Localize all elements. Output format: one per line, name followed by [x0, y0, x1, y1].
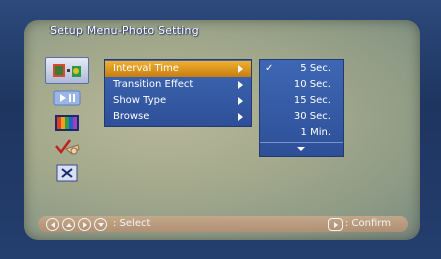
submenu-item-30-sec[interactable]: 30 Sec. [260, 109, 343, 125]
scroll-down-icon [297, 147, 305, 151]
sidebar-item-music[interactable] [51, 88, 83, 108]
sidebar-item-display[interactable] [51, 113, 83, 133]
submenu-item-label: 15 Sec. [293, 95, 331, 106]
photo-setting-icon [53, 63, 81, 77]
sidebar-item-tools[interactable] [51, 137, 83, 157]
photo-setting-menu: Interval Time Transition Effect Show Typ… [104, 59, 252, 127]
display-setting-icon [55, 115, 79, 131]
menu-item-interval-time[interactable]: Interval Time [105, 61, 251, 77]
sidebar-item-photo[interactable] [45, 57, 89, 84]
menu-item-transition-effect[interactable]: Transition Effect [105, 77, 251, 93]
interval-time-submenu: ✓ 5 Sec. 10 Sec. 15 Sec. 30 Sec. 1 Min. [259, 59, 344, 157]
submenu-item-label: 1 Min. [300, 127, 331, 138]
page-title: Setup Menu-Photo Setting [50, 24, 199, 37]
down-button-icon [94, 218, 107, 231]
submenu-item-15-sec[interactable]: 15 Sec. [260, 93, 343, 109]
check-tools-icon [55, 139, 80, 155]
play-button-icon [328, 218, 343, 231]
submenu-item-label: 10 Sec. [293, 79, 331, 90]
setup-screen: Setup Menu-Photo Setting Interval Time T… [24, 20, 420, 240]
arrow-right-icon [238, 97, 243, 105]
menu-item-label: Browse [113, 111, 150, 122]
submenu-item-1-min[interactable]: 1 Min. [260, 125, 343, 141]
confirm-hint: : Confirm [345, 218, 391, 229]
submenu-item-5-sec[interactable]: ✓ 5 Sec. [260, 61, 343, 77]
submenu-item-label: 5 Sec. [300, 63, 331, 74]
right-button-icon [78, 218, 91, 231]
arrow-right-icon [238, 113, 243, 121]
checkmark-icon: ✓ [265, 63, 274, 74]
exit-icon [56, 164, 78, 182]
left-button-icon [46, 218, 59, 231]
submenu-item-label: 30 Sec. [293, 111, 331, 122]
scroll-down-button[interactable] [260, 142, 343, 156]
menu-item-label: Show Type [113, 95, 167, 106]
submenu-item-10-sec[interactable]: 10 Sec. [260, 77, 343, 93]
menu-item-label: Interval Time [113, 63, 179, 74]
setup-sidebar [45, 57, 91, 185]
arrow-right-icon [238, 65, 243, 73]
music-setting-icon [53, 90, 81, 106]
button-hint-bar: : Select : Confirm [38, 216, 408, 232]
menu-item-browse[interactable]: Browse [105, 109, 251, 125]
arrow-right-icon [238, 81, 243, 89]
menu-item-label: Transition Effect [113, 79, 194, 90]
sidebar-item-exit[interactable] [51, 163, 83, 183]
menu-item-show-type[interactable]: Show Type [105, 93, 251, 109]
up-button-icon [62, 218, 75, 231]
select-hint: : Select [113, 218, 151, 229]
